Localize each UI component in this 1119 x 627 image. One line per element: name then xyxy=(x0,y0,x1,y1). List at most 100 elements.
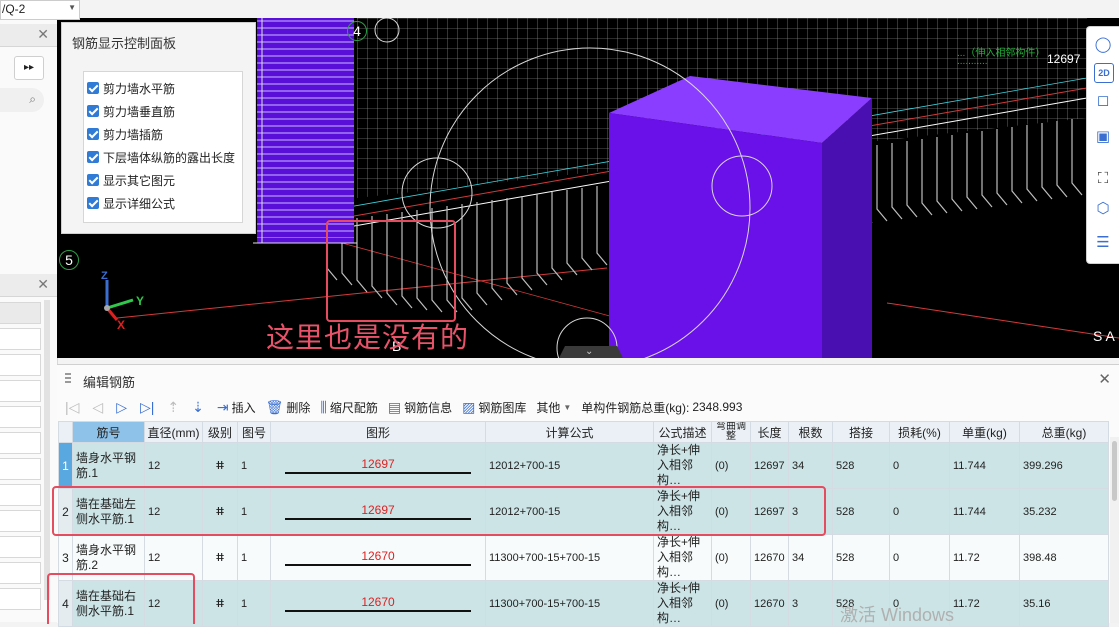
row-number[interactable]: 1 xyxy=(58,442,73,489)
cell-total-weight[interactable]: 35.232 xyxy=(1019,488,1109,535)
scrollbar-thumb[interactable] xyxy=(1112,441,1117,501)
cell-grade[interactable]: ⵌ xyxy=(202,580,238,627)
cell-figure-no[interactable]: 1 xyxy=(237,580,271,627)
checkbox-shear-wall-dowel[interactable]: 剪力墙插筋 xyxy=(87,124,163,144)
cell-total-weight[interactable]: 398.48 xyxy=(1019,534,1109,581)
col-header[interactable]: 搭接 xyxy=(832,421,890,443)
property-field[interactable] xyxy=(0,302,41,324)
cell-loss[interactable]: 0 xyxy=(889,442,950,489)
cell-description[interactable]: 净长+伸入相邻构… xyxy=(653,580,712,627)
orbit-icon[interactable]: ◯ xyxy=(1092,33,1114,55)
rebar-info-button[interactable]: ▤ 钢筋信息 xyxy=(388,396,452,418)
col-header[interactable]: 长度 xyxy=(750,421,789,443)
cell-grade[interactable]: ⵌ xyxy=(202,534,238,581)
cell-description[interactable]: 净长+伸入相邻构… xyxy=(653,534,712,581)
col-header[interactable]: 总重(kg) xyxy=(1019,421,1109,443)
col-header[interactable]: 级别 xyxy=(202,421,238,443)
cell-count[interactable]: 34 xyxy=(788,442,833,489)
col-header[interactable]: 筋号 xyxy=(72,421,145,443)
cell-unit-weight[interactable]: 11.72 xyxy=(949,580,1020,627)
close-icon[interactable]: ✕ xyxy=(37,26,49,43)
layer-view-icon[interactable]: ☰ xyxy=(1092,231,1114,253)
cell-length[interactable]: 12697 xyxy=(750,442,789,489)
table-row[interactable]: 3 墙身水平钢筋.2 12 ⵌ 1 12670 11300+700-15+700… xyxy=(58,534,1109,581)
3d-box-icon[interactable]: ⬡ xyxy=(1092,197,1114,219)
cell-formula[interactable]: 11300+700-15+700-15 xyxy=(485,534,654,581)
cell-lap[interactable]: 528 xyxy=(832,442,890,489)
checkbox-checked-icon[interactable] xyxy=(87,128,99,140)
cell-bend[interactable]: (0) xyxy=(711,580,751,627)
cell-unit-weight[interactable]: 11.744 xyxy=(949,488,1020,535)
cube-view-icon[interactable]: ◻ xyxy=(1092,89,1114,111)
checkbox-checked-icon[interactable] xyxy=(87,82,99,94)
checkbox-checked-icon[interactable] xyxy=(87,105,99,117)
cell-shape[interactable]: 12670 xyxy=(270,534,486,581)
property-field[interactable] xyxy=(0,432,41,454)
close-icon[interactable]: ✕ xyxy=(37,276,49,293)
table-scrollbar[interactable] xyxy=(1110,437,1119,623)
cell-count[interactable]: 34 xyxy=(788,534,833,581)
table-row[interactable]: 1 墙身水平钢筋.1 12 ⵌ 1 12697 12012+700-15 净长+… xyxy=(58,442,1109,489)
cell-shape[interactable]: 12670 xyxy=(270,580,486,627)
cell-count[interactable]: 3 xyxy=(788,580,833,627)
property-field[interactable] xyxy=(0,484,41,506)
search-input[interactable]: ⌕ xyxy=(0,88,44,112)
cell-bend[interactable]: (0) xyxy=(711,534,751,581)
cube-solid-icon[interactable]: ▣ xyxy=(1092,125,1114,147)
col-header[interactable]: 单重(kg) xyxy=(949,421,1020,443)
cell-bend[interactable]: (0) xyxy=(711,442,751,489)
cell-figure-no[interactable]: 1 xyxy=(237,534,271,581)
property-field[interactable] xyxy=(0,458,41,480)
cell-loss[interactable]: 0 xyxy=(889,488,950,535)
checkbox-show-detailed-formula[interactable]: 显示详细公式 xyxy=(87,193,175,213)
checkbox-shear-wall-vertical[interactable]: 剪力墙垂直筋 xyxy=(87,101,175,121)
cell-total-weight[interactable]: 399.296 xyxy=(1019,442,1109,489)
chevron-down-icon[interactable]: ⌄ xyxy=(585,346,593,357)
rebar-library-button[interactable]: ▨ 钢筋图库 xyxy=(462,396,526,418)
col-header[interactable]: 根数 xyxy=(788,421,833,443)
col-header[interactable]: 损耗(%) xyxy=(889,421,950,443)
col-header[interactable]: 直径(mm) xyxy=(144,421,203,443)
cell-length[interactable]: 12670 xyxy=(750,580,789,627)
first-row-button[interactable]: |◁ xyxy=(65,396,82,418)
property-field[interactable] xyxy=(0,536,41,558)
cell-figure-no[interactable]: 1 xyxy=(237,442,271,489)
cell-description[interactable]: 净长+伸入相邻构… xyxy=(653,442,712,489)
checkbox-checked-icon[interactable] xyxy=(87,174,99,186)
drag-handle[interactable] xyxy=(65,373,71,385)
fullscreen-icon[interactable]: ⛶ xyxy=(1092,167,1114,189)
last-row-button[interactable]: ▷| xyxy=(140,396,157,418)
scrollbar[interactable] xyxy=(44,300,50,600)
cell-unit-weight[interactable]: 11.72 xyxy=(949,534,1020,581)
property-field[interactable] xyxy=(0,588,41,610)
cell-lap[interactable]: 528 xyxy=(832,534,890,581)
cell-total-weight[interactable]: 35.16 xyxy=(1019,580,1109,627)
cell-grade[interactable]: ⵌ xyxy=(202,442,238,489)
property-field[interactable] xyxy=(0,380,41,402)
insert-button[interactable]: ⇥ 插入 xyxy=(217,396,256,418)
cell-length[interactable]: 12670 xyxy=(750,534,789,581)
layer-dropdown[interactable]: /Q-2 ▼ xyxy=(0,0,80,20)
expand-button[interactable]: ▸▸ xyxy=(14,56,44,80)
close-icon[interactable]: ✕ xyxy=(1098,370,1111,388)
next-row-button[interactable]: ▷ xyxy=(116,396,130,418)
property-field[interactable] xyxy=(0,406,41,428)
cell-formula[interactable]: 12012+700-15 xyxy=(485,442,654,489)
cell-shape[interactable]: 12697 xyxy=(270,442,486,489)
col-header[interactable]: 公式描述 xyxy=(653,421,712,443)
cell-formula[interactable]: 11300+700-15+700-15 xyxy=(485,580,654,627)
2d-view-icon[interactable]: 2D xyxy=(1094,63,1114,83)
move-up-button[interactable]: ⇡ xyxy=(167,396,182,418)
other-menu-button[interactable]: 其他 ▼ xyxy=(536,396,571,418)
cell-lap[interactable]: 528 xyxy=(832,488,890,535)
cell-diameter[interactable]: 12 xyxy=(144,442,203,489)
checkbox-checked-icon[interactable] xyxy=(87,151,99,163)
checkbox-show-other-elements[interactable]: 显示其它图元 xyxy=(87,170,175,190)
delete-button[interactable]: 🗑 删除 xyxy=(266,396,311,418)
col-header[interactable]: 计算公式 xyxy=(485,421,654,443)
move-down-button[interactable]: ⇣ xyxy=(192,396,207,418)
property-field[interactable] xyxy=(0,510,41,532)
property-field[interactable] xyxy=(0,562,41,584)
cell-loss[interactable]: 0 xyxy=(889,534,950,581)
checkbox-lower-wall-exposed-length[interactable]: 下层墙体纵筋的露出长度 xyxy=(87,147,235,167)
